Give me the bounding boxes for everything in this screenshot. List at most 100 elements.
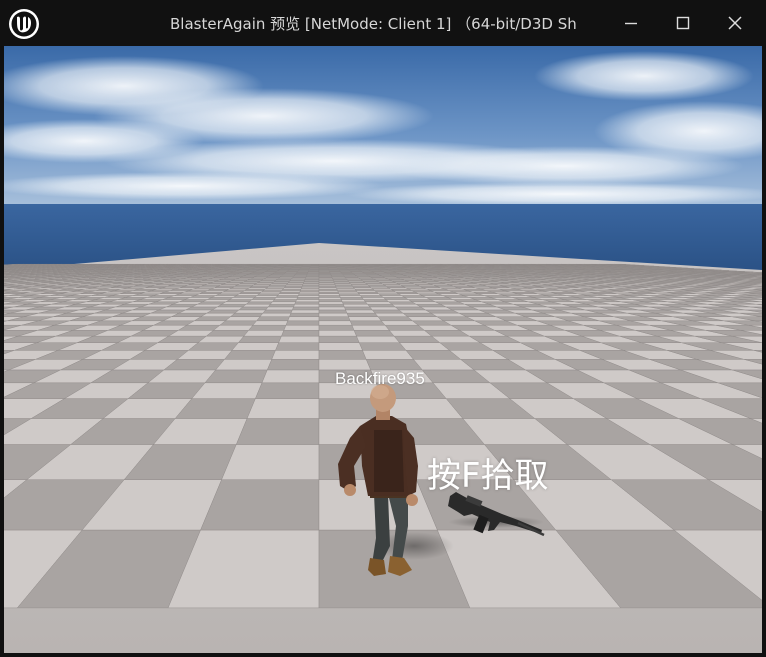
floor-tile (226, 288, 248, 291)
floor-tile (318, 309, 348, 314)
floor-tile (267, 304, 295, 308)
floor-tile (278, 291, 301, 294)
floor-tile (349, 320, 386, 326)
title-bar[interactable]: BlasterAgain 预览 [NetMode: Client 1] （64-… (0, 0, 766, 46)
floor-tile (199, 291, 224, 294)
floor-tile (277, 293, 300, 296)
floor-tile (336, 288, 357, 291)
floor-tile (395, 291, 419, 294)
floor-tile (275, 295, 299, 298)
floor-tile (211, 306, 244, 311)
floor-tile (248, 325, 287, 331)
floor-tile (318, 335, 360, 343)
floor-tile (229, 312, 264, 317)
window-title: BlasterAgain 预览 [NetMode: Client 1] （64-… (170, 15, 577, 33)
floor-tile (229, 297, 256, 300)
floor-tile (374, 290, 397, 293)
floor-tile (206, 309, 240, 314)
floor-tile (318, 316, 351, 321)
floor-tile (191, 304, 223, 308)
floor-tile (380, 320, 419, 326)
close-button[interactable] (710, 0, 760, 46)
floor-tile (280, 290, 301, 293)
floor-tile (318, 312, 349, 317)
floor-tile (363, 299, 390, 303)
floor-tile (318, 320, 353, 326)
floor-tile (235, 293, 260, 296)
floor-tile (203, 290, 227, 293)
floor-tile (281, 288, 302, 291)
floor-tile (318, 301, 344, 305)
floor-tile (358, 342, 407, 351)
unreal-engine-logo-icon (8, 8, 40, 40)
floor-tile (236, 418, 320, 445)
floor-tile (202, 299, 231, 303)
floor-tile (241, 290, 264, 293)
floor-tile (216, 304, 247, 308)
floor-tile (246, 398, 320, 419)
maximize-button[interactable] (658, 0, 708, 46)
floor-tile (262, 309, 293, 314)
floor-tile (318, 288, 338, 291)
floor-tile (289, 312, 320, 317)
floor-tile (224, 316, 261, 321)
floor-tile (260, 290, 283, 293)
floor-tile (266, 359, 320, 371)
floor-tile (367, 304, 396, 308)
floor-tile (374, 312, 409, 317)
floor-tile (343, 304, 371, 308)
floor-tile (283, 325, 320, 331)
floor-tile (205, 330, 250, 337)
floor-tile (318, 290, 339, 293)
floor-tile (358, 293, 382, 296)
floor-tile (281, 330, 320, 337)
floor-tile (362, 350, 414, 360)
floor-tile (337, 290, 358, 293)
floor-tile (197, 301, 227, 305)
floor-tile (391, 304, 422, 308)
floor-tile (355, 290, 378, 293)
floor-tile (318, 306, 346, 311)
floor-tile (377, 316, 414, 321)
floor-tile (193, 316, 232, 321)
floor-tile (318, 330, 357, 337)
floor-tile (346, 312, 379, 317)
floor-tile (300, 288, 320, 291)
floor-tile (290, 309, 320, 314)
floor-tile (259, 312, 292, 317)
floor-tile (258, 291, 282, 294)
floor-tile (337, 291, 360, 294)
floor-tile (211, 295, 238, 298)
floor-tile (318, 295, 341, 298)
floor-tile (371, 309, 404, 314)
floor-tile (365, 301, 393, 305)
game-viewport[interactable]: Backfire935 按F拾取 (4, 46, 762, 653)
floor-tile (390, 288, 412, 291)
floor-tile (232, 295, 258, 298)
floor-tile (225, 299, 253, 303)
floor-tile (341, 301, 369, 305)
floor-tile (252, 320, 289, 326)
floor-tile (344, 306, 373, 311)
player-nameplate: Backfire935 (335, 369, 425, 388)
minimize-button[interactable] (606, 0, 656, 46)
floor-tile (221, 444, 320, 480)
floor-tile (256, 293, 280, 296)
floor-tile (221, 301, 250, 305)
floor-tile (207, 297, 234, 300)
minimize-icon (625, 22, 637, 25)
floor-tile (204, 369, 268, 383)
floor-tile (256, 316, 290, 321)
floor-tile (244, 288, 266, 291)
floor-tile (339, 295, 363, 298)
floor-tile (200, 312, 236, 317)
floor-tile (376, 291, 400, 294)
game-scene (4, 46, 762, 653)
floor-tile (234, 309, 267, 314)
floor-tile (238, 291, 262, 294)
floor-tile (361, 297, 387, 300)
floor-tile (213, 325, 254, 331)
floor-tile (338, 293, 361, 296)
floor-tile (296, 297, 320, 300)
floor-tile (231, 342, 280, 351)
